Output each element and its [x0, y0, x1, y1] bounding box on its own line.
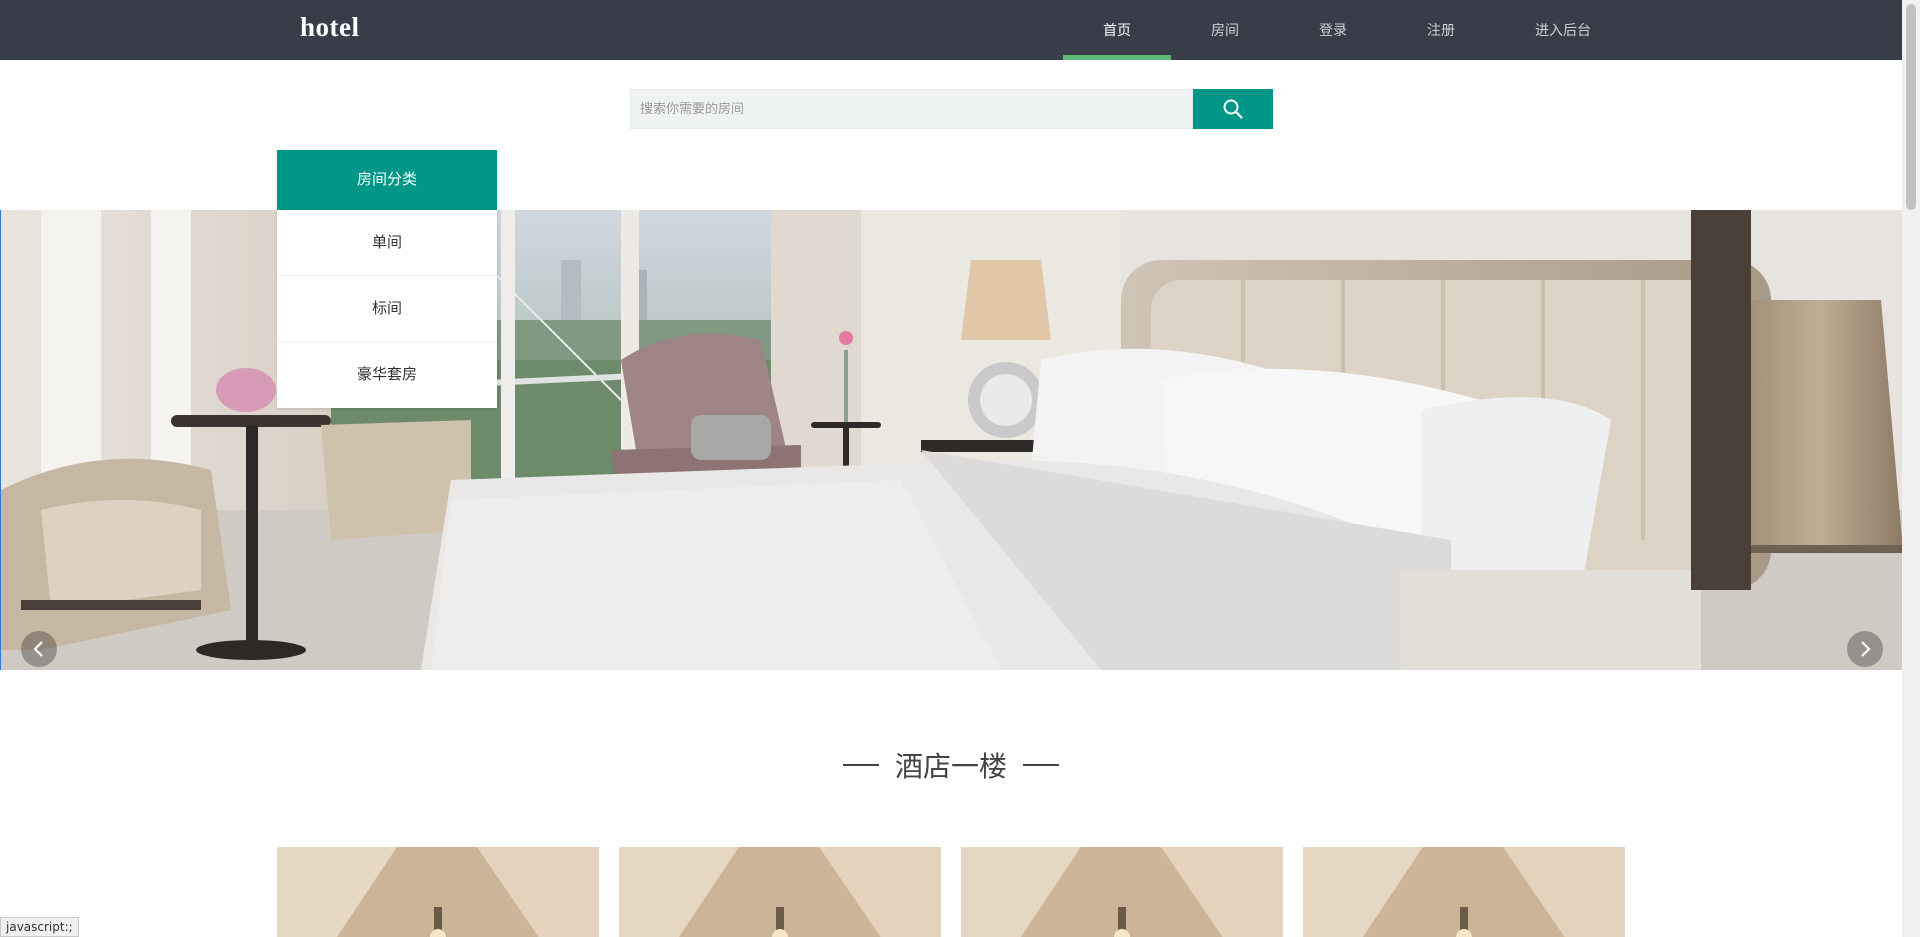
nav-home[interactable]: 首页: [1063, 0, 1171, 60]
room-category-menu: 房间分类 单间 标间 豪华套房: [277, 150, 497, 408]
room-thumbnail: [1303, 847, 1625, 937]
room-card[interactable]: [277, 847, 599, 937]
room-thumbnail: [619, 847, 941, 937]
chevron-left-icon: [33, 641, 43, 657]
room-card[interactable]: [1303, 847, 1625, 937]
chevron-right-icon: [1861, 641, 1871, 657]
room-thumbnail: [277, 847, 599, 937]
section-title-text: 酒店一楼: [894, 751, 1007, 782]
heading-rule: [1023, 764, 1059, 766]
top-navbar: hotel 首页 房间 登录 注册 进入后台: [0, 0, 1902, 60]
category-title: 房间分类: [277, 150, 497, 210]
main-nav: 首页 房间 登录 注册 进入后台: [1063, 0, 1631, 60]
page-scrollbar[interactable]: [1902, 0, 1920, 937]
carousel-prev-button[interactable]: [21, 631, 57, 667]
section-heading: 酒店一楼: [0, 745, 1902, 785]
search-icon: [1223, 99, 1243, 119]
room-card-list: [277, 847, 1625, 937]
search-input[interactable]: 搜索你需要的房间: [630, 89, 1193, 129]
nav-login[interactable]: 登录: [1279, 0, 1387, 60]
room-thumbnail: [961, 847, 1283, 937]
browser-status-bar: javascript:;: [0, 917, 79, 937]
carousel-next-button[interactable]: [1847, 631, 1883, 667]
nav-admin[interactable]: 进入后台: [1495, 0, 1631, 60]
nav-rooms[interactable]: 房间: [1171, 0, 1279, 60]
search-button[interactable]: [1193, 89, 1273, 129]
category-item-standard[interactable]: 标间: [277, 276, 497, 342]
site-logo[interactable]: hotel: [300, 12, 360, 43]
nav-register[interactable]: 注册: [1387, 0, 1495, 60]
scrollbar-thumb[interactable]: [1906, 4, 1916, 210]
room-card[interactable]: [961, 847, 1283, 937]
room-card[interactable]: [619, 847, 941, 937]
heading-rule: [842, 764, 879, 766]
category-item-suite[interactable]: 豪华套房: [277, 342, 497, 408]
category-item-single[interactable]: 单间: [277, 210, 497, 276]
